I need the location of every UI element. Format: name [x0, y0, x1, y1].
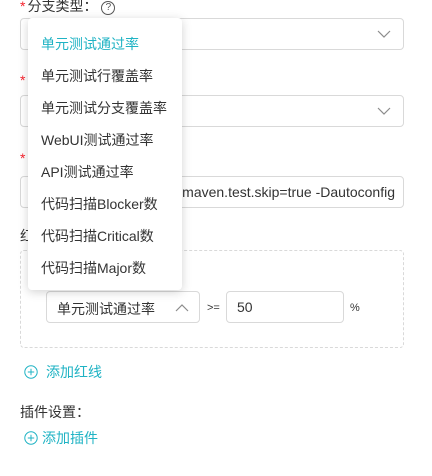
plus-circle-icon: [24, 365, 38, 379]
add-plugin-button[interactable]: 添加插件: [24, 428, 98, 448]
dropdown-item[interactable]: WebUI测试通过率: [28, 124, 182, 156]
chevron-down-icon: [377, 107, 391, 115]
plugin-settings-label: 插件设置：: [20, 404, 90, 420]
chevron-down-icon: [377, 30, 391, 38]
redline-metric-select[interactable]: 单元测试通过率: [46, 291, 200, 323]
required-asterisk: *: [20, 72, 26, 88]
dropdown-item[interactable]: 代码扫描Major数: [28, 252, 182, 284]
field-2-label: *: [20, 72, 27, 88]
metric-dropdown-menu: 单元测试通过率 单元测试行覆盖率 单元测试分支覆盖率 WebUI测试通过率 AP…: [28, 18, 182, 290]
branch-type-label: * 分支类型：?: [20, 0, 116, 16]
operator-label: >=: [207, 302, 220, 314]
field-3-label: *: [20, 150, 27, 166]
chevron-up-icon: [175, 304, 189, 312]
unit-label: %: [350, 302, 360, 314]
threshold-input[interactable]: 50: [226, 291, 344, 323]
help-icon[interactable]: ?: [101, 1, 116, 15]
dropdown-item[interactable]: 代码扫描Critical数: [28, 220, 182, 252]
dropdown-item[interactable]: 单元测试行覆盖率: [28, 60, 182, 92]
required-asterisk: *: [20, 150, 26, 166]
dropdown-item[interactable]: 单元测试通过率: [28, 28, 182, 60]
dropdown-item[interactable]: 单元测试分支覆盖率: [28, 92, 182, 124]
dropdown-item[interactable]: API测试通过率: [28, 156, 182, 188]
plus-circle-icon: [24, 431, 38, 445]
add-redline-button[interactable]: 添加红线: [24, 362, 102, 382]
required-asterisk: *: [20, 0, 26, 14]
dropdown-item[interactable]: 代码扫描Blocker数: [28, 188, 182, 220]
